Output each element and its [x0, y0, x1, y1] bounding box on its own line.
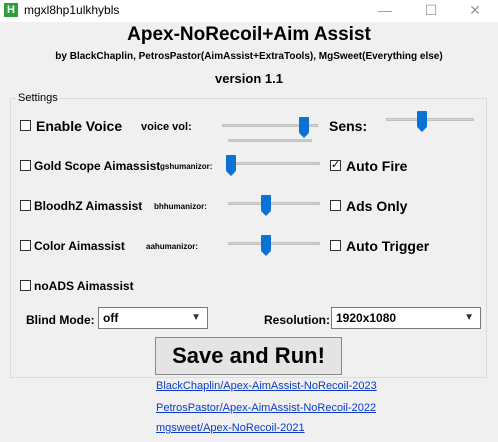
color-label: Color Aimassist [34, 239, 125, 253]
blind-mode-label: Blind Mode: [26, 313, 95, 327]
slider-thumb[interactable] [226, 155, 236, 176]
minimize-icon[interactable]: — [362, 0, 408, 22]
version-text: version 1.1 [215, 71, 283, 86]
link-blackchaplin[interactable]: BlackChaplin/Apex-AimAssist-NoRecoil-202… [156, 380, 377, 392]
slider-underline [228, 139, 312, 142]
resolution-select[interactable]: 1920x1080 ▼ [331, 307, 481, 329]
bhhumanizor-slider[interactable] [228, 194, 320, 220]
bloodhz-checkbox[interactable] [20, 200, 31, 211]
blind-mode-value: off [103, 311, 119, 325]
color-checkbox[interactable] [20, 240, 31, 251]
slider-thumb[interactable] [417, 111, 428, 132]
enable-voice-label: Enable Voice [36, 118, 123, 134]
resolution-label: Resolution: [264, 313, 330, 327]
slider-thumb[interactable] [260, 235, 271, 256]
blind-mode-select[interactable]: off ▼ [98, 307, 208, 329]
credits-text: by BlackChaplin, PetrosPastor(AimAssist+… [55, 51, 443, 62]
window-title: mgxl8hp1ulkhybls [24, 3, 120, 17]
noads-checkbox[interactable] [20, 280, 31, 291]
app-title: Apex-NoRecoil+Aim Assist [127, 24, 371, 45]
auto-fire-checkbox[interactable]: ✓ [330, 160, 341, 171]
slider-thumb[interactable] [260, 195, 271, 216]
maximize-icon[interactable]: ☐ [408, 0, 454, 22]
voice-vol-label: voice vol: [141, 121, 192, 133]
aahumanizor-label: aahumanizor: [146, 242, 199, 251]
ads-only-checkbox[interactable] [330, 200, 341, 211]
sens-label: Sens: [329, 118, 368, 134]
gold-scope-checkbox[interactable] [20, 160, 31, 171]
slider-track [226, 162, 320, 165]
link-mgsweet[interactable]: mgsweet/Apex-NoRecoil-2021 [156, 422, 305, 434]
bhhumanizor-label: bhhumanizor: [154, 202, 207, 211]
gshumanizor-label: gshumanizor: [160, 162, 213, 171]
settings-group-label: Settings [16, 92, 60, 104]
chevron-down-icon: ▼ [464, 312, 474, 323]
gold-scope-label: Gold Scope Aimassist [34, 159, 161, 173]
enable-voice-checkbox[interactable] [20, 120, 31, 131]
noads-label: noADS Aimassist [34, 279, 134, 293]
slider-track [228, 202, 320, 205]
chevron-down-icon: ▼ [191, 312, 201, 323]
slider-track [386, 118, 474, 121]
sens-slider[interactable] [386, 110, 474, 136]
resolution-value: 1920x1080 [336, 311, 397, 325]
auto-trigger-checkbox[interactable] [330, 240, 341, 251]
gshumanizor-slider[interactable] [226, 154, 320, 180]
slider-thumb[interactable] [299, 117, 310, 138]
ads-only-label: Ads Only [346, 198, 408, 214]
auto-fire-label: Auto Fire [346, 158, 408, 174]
bloodhz-label: BloodhZ Aimassist [34, 199, 143, 213]
link-petrospastor[interactable]: PetrosPastor/Apex-AimAssist-NoRecoil-202… [156, 402, 376, 414]
save-and-run-button[interactable]: Save and Run! [155, 337, 342, 375]
voice-vol-slider[interactable] [222, 114, 318, 144]
close-icon[interactable]: ✕ [452, 0, 498, 22]
auto-trigger-label: Auto Trigger [346, 238, 430, 254]
app-icon: H [4, 3, 18, 17]
slider-track [228, 242, 320, 245]
aahumanizor-slider[interactable] [228, 234, 320, 260]
